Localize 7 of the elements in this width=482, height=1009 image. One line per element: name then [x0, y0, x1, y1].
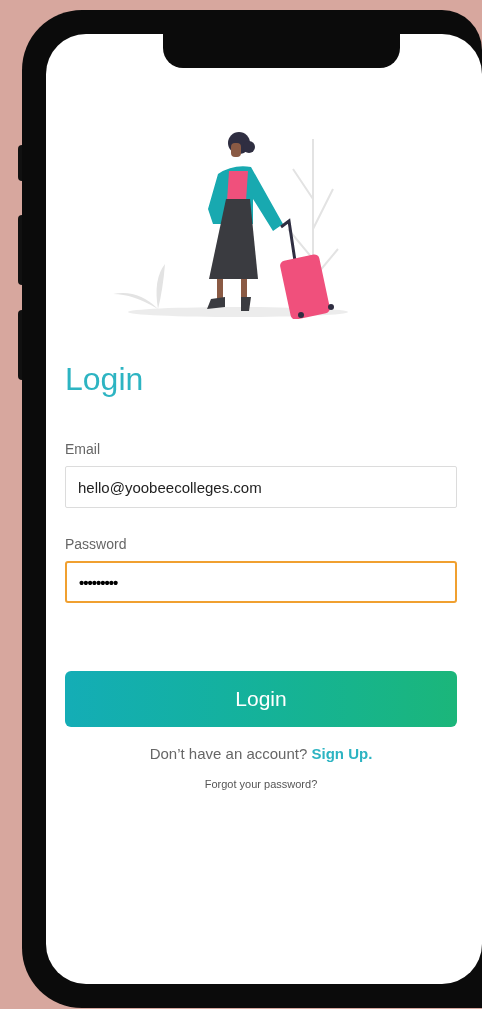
- forgot-password-link[interactable]: Forgot your password?: [65, 775, 457, 792]
- login-title: Login: [65, 360, 145, 399]
- password-field[interactable]: •••••••••: [65, 561, 457, 603]
- signup-prompt: Don’t have an account? Sign Up.: [148, 744, 374, 764]
- email-field[interactable]: hello@yoobeecolleges.com: [65, 466, 457, 508]
- field-label: Password: [65, 535, 128, 554]
- field-label: Email: [65, 440, 101, 459]
